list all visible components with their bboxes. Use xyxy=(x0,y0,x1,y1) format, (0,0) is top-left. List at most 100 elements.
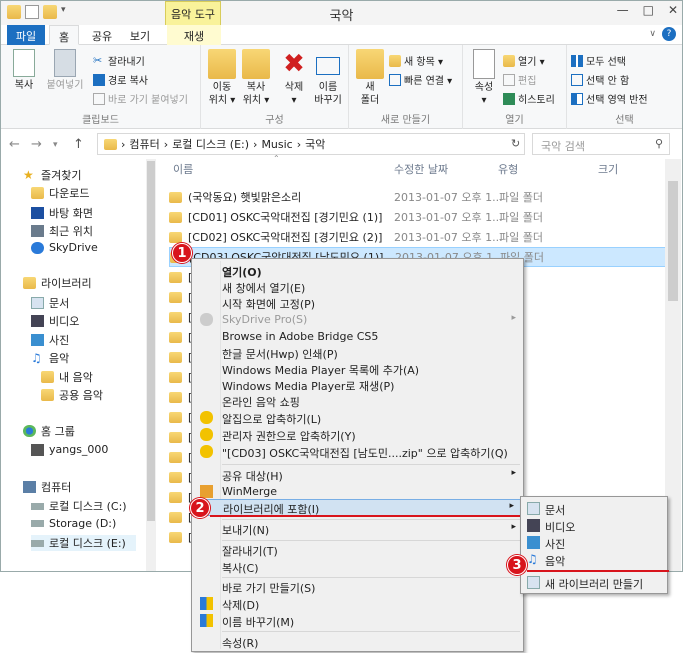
menu-alzip-admin[interactable]: 관리자 권한으로 압축하기(Y) xyxy=(200,427,522,444)
search-input[interactable]: 국악 검색 ⚲ xyxy=(532,133,670,155)
menu-create-shortcut[interactable]: 바로 가기 만들기(S) xyxy=(222,579,522,596)
tab-file[interactable]: 파일 xyxy=(7,25,45,45)
breadcrumb-music[interactable]: Music xyxy=(261,138,292,151)
back-arrow-icon[interactable]: ← xyxy=(9,137,20,152)
menu-rename[interactable]: 이름 바꾸기(M) xyxy=(200,613,522,630)
submenu-music[interactable]: ♫ 음악 xyxy=(527,553,565,569)
breadcrumb-drive-e[interactable]: 로컬 디스크 (E:) xyxy=(172,136,249,152)
history-button[interactable]: 히스토리 xyxy=(503,91,555,106)
help-icon[interactable]: ? xyxy=(662,27,676,41)
expand-ribbon-icon[interactable]: ∨ xyxy=(649,29,656,39)
search-icon[interactable]: ⚲ xyxy=(655,137,663,150)
table-row[interactable]: (국악동요) 햇빛맑은소리 2013-01-07 오후 1... 파일 폴더 xyxy=(169,187,669,207)
minimize-icon[interactable]: — xyxy=(617,3,629,17)
rename-button[interactable]: 이름 바꾸기 xyxy=(311,49,345,107)
nav-downloads[interactable]: 다운로드 xyxy=(31,185,89,201)
forward-arrow-icon[interactable]: → xyxy=(31,137,42,152)
new-folder-button[interactable]: 새 폴더 xyxy=(353,49,387,107)
menu-pin-start[interactable]: 시작 화면에 고정(P) xyxy=(222,295,522,312)
copy-to-button[interactable]: 복사 위치 ▾ xyxy=(239,49,273,107)
breadcrumb-computer[interactable]: 컴퓨터 xyxy=(129,136,159,152)
menu-bridge[interactable]: Browse in Adobe Bridge CS5 xyxy=(222,329,522,346)
maximize-icon[interactable]: □ xyxy=(643,3,654,17)
nav-desktop[interactable]: 바탕 화면 xyxy=(31,205,93,221)
submenu-videos[interactable]: 비디오 xyxy=(527,519,576,535)
select-none-icon xyxy=(571,73,583,86)
refresh-icon[interactable]: ↻ xyxy=(511,137,520,150)
menu-delete[interactable]: 삭제(D) xyxy=(200,596,522,613)
table-row[interactable]: [CD02] OSKC국악대전집 [경기민요 (2)] 2013-01-07 오후… xyxy=(169,227,669,247)
easy-access-button[interactable]: 빠른 연결 ▾ xyxy=(389,72,452,87)
nav-computer[interactable]: 컴퓨터 xyxy=(23,479,71,495)
nav-pictures[interactable]: 사진 xyxy=(31,332,69,348)
file-list-scrollbar-thumb[interactable] xyxy=(668,181,678,301)
tab-view[interactable]: 보기 xyxy=(123,25,157,45)
up-arrow-icon[interactable]: ↑ xyxy=(73,137,84,152)
paste-shortcut-button[interactable]: 바로 가기 붙여넣기 xyxy=(93,91,188,106)
nav-my-music[interactable]: 내 음악 xyxy=(41,369,93,385)
column-date[interactable]: 수정한 날짜 xyxy=(394,161,448,177)
organize-group-label: 구성 xyxy=(265,115,284,126)
tab-play[interactable]: 재생 xyxy=(167,25,221,45)
copy-path-button[interactable]: 경로 복사 xyxy=(93,72,148,87)
menu-wmp-add[interactable]: Windows Media Player 목록에 추가(A) xyxy=(222,361,522,378)
menu-skydrive-pro[interactable]: SkyDrive Pro(S) ▸ xyxy=(200,312,522,329)
table-row[interactable]: [CD01] OSKC국악대전집 [경기민요 (1)] 2013-01-07 오후… xyxy=(169,207,669,227)
menu-open-new-window[interactable]: 새 창에서 열기(E) xyxy=(222,279,522,296)
column-size[interactable]: 크기 xyxy=(598,161,618,177)
nav-public-music[interactable]: 공용 음악 xyxy=(41,387,103,403)
scissors-icon: ✂ xyxy=(93,53,103,67)
nav-skydrive[interactable]: SkyDrive xyxy=(31,241,98,254)
submenu-videos-label: 비디오 xyxy=(545,521,576,534)
nav-drive-e[interactable]: 로컬 디스크 (E:) xyxy=(31,535,136,551)
nav-favorites[interactable]: ★ 즐겨찾기 xyxy=(23,167,81,183)
copy-button[interactable]: 복사 xyxy=(7,49,41,92)
nav-scrollbar-thumb[interactable] xyxy=(147,161,155,521)
paste-button[interactable]: 붙여넣기 xyxy=(45,49,85,92)
menu-online-music[interactable]: 온라인 음악 쇼핑 xyxy=(222,393,522,410)
column-name[interactable]: 이름 xyxy=(173,161,193,177)
breadcrumb[interactable]: › 컴퓨터 › 로컬 디스크 (E:) › Music › 국악 xyxy=(97,133,525,155)
recent-locations-chevron-icon[interactable]: ▾ xyxy=(53,140,58,150)
nav-homegroup[interactable]: 홈 그룹 xyxy=(23,423,75,439)
cut-button[interactable]: ✂ 잘라내기 xyxy=(93,53,145,68)
submenu-new-library[interactable]: 새 라이브러리 만들기 xyxy=(527,576,643,592)
nav-drive-d[interactable]: Storage (D:) xyxy=(31,517,116,530)
nav-documents[interactable]: 문서 xyxy=(31,295,69,311)
close-icon[interactable]: ✕ xyxy=(668,3,678,17)
menu-send-to[interactable]: 보내기(N) ▸ xyxy=(222,521,522,538)
move-to-button[interactable]: 이동 위치 ▾ xyxy=(205,49,239,107)
nav-scrollbar[interactable] xyxy=(146,159,156,571)
select-none-button[interactable]: 선택 안 함 xyxy=(571,72,629,87)
menu-properties[interactable]: 속성(R) xyxy=(222,634,522,651)
nav-drive-c[interactable]: 로컬 디스크 (C:) xyxy=(31,498,127,514)
column-type[interactable]: 유형 xyxy=(498,161,518,177)
submenu-pictures[interactable]: 사진 xyxy=(527,536,565,552)
submenu-documents[interactable]: 문서 xyxy=(527,502,565,518)
delete-button[interactable]: ✖ 삭제 ▾ xyxy=(277,49,311,107)
tab-share[interactable]: 공유 xyxy=(85,25,119,45)
easy-access-icon xyxy=(389,73,401,86)
menu-hwp-print[interactable]: 한글 문서(Hwp) 인쇄(P) xyxy=(222,345,522,362)
menu-open[interactable]: 열기(O) xyxy=(222,263,522,280)
nav-user[interactable]: yangs_000 xyxy=(31,443,108,456)
new-item-button[interactable]: 새 항목 ▾ xyxy=(389,53,443,68)
nav-recent[interactable]: 최근 위치 xyxy=(31,223,93,239)
menu-include-library[interactable]: 라이브러리에 포함(I) ▸ xyxy=(194,499,521,516)
nav-libraries[interactable]: 라이브러리 xyxy=(23,275,92,291)
nav-music[interactable]: ♫ 음악 xyxy=(31,350,69,366)
nav-videos[interactable]: 비디오 xyxy=(31,313,79,329)
menu-wmp-play[interactable]: Windows Media Player로 재생(P) xyxy=(222,377,522,394)
invert-selection-button[interactable]: 선택 영역 반전 xyxy=(571,91,648,106)
tab-home[interactable]: 홈 xyxy=(49,25,79,45)
menu-cut[interactable]: 잘라내기(T) xyxy=(222,542,522,559)
menu-share-with[interactable]: 공유 대상(H) ▸ xyxy=(222,467,522,484)
select-all-button[interactable]: 모두 선택 xyxy=(571,53,626,68)
properties-button[interactable]: 속성 ▾ xyxy=(467,49,501,107)
menu-alzip[interactable]: 알집으로 압축하기(L) xyxy=(200,410,522,427)
breadcrumb-gugak[interactable]: 국악 xyxy=(305,136,325,152)
edit-button[interactable]: 편집 xyxy=(503,72,536,87)
open-button[interactable]: 열기 ▾ xyxy=(503,53,545,68)
menu-copy[interactable]: 복사(C) xyxy=(222,559,522,576)
menu-alzip-named[interactable]: "[CD03] OSKC국악대전집 [남도민....zip" 으로 압축하기(Q… xyxy=(200,444,522,461)
